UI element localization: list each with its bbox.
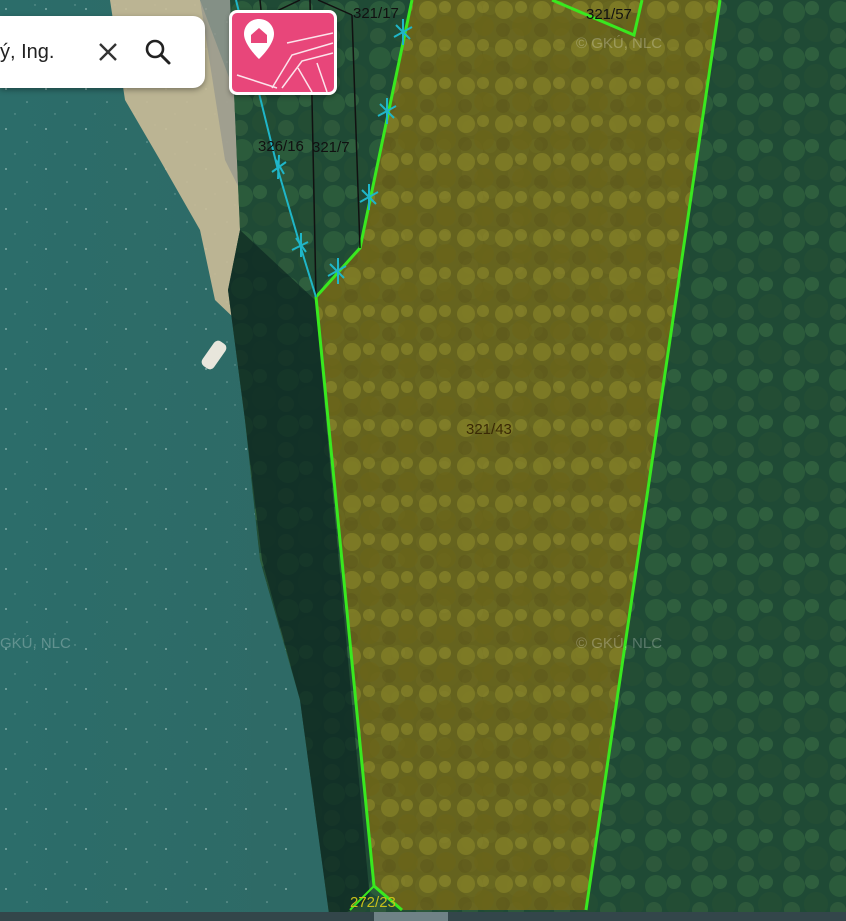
clear-search-button[interactable] <box>90 34 126 70</box>
watermark: © GKÚ, NLC <box>576 635 662 652</box>
watermark: © GKÚ, NLC <box>576 35 662 52</box>
parcel-label-326-16: 326/16 <box>258 138 304 155</box>
parcel-label-272-23: 272/23 <box>350 894 396 911</box>
search-icon <box>145 39 171 65</box>
parcel-label-321-43: 321/43 <box>466 421 512 438</box>
search-input[interactable]: ý, Ing. <box>0 41 80 64</box>
parcel-label-321-17: 321/17 <box>353 5 399 22</box>
scrollbar-thumb[interactable] <box>374 912 448 921</box>
close-icon <box>99 43 117 61</box>
parcel-label-321-57: 321/57 <box>586 6 632 23</box>
watermark: GKÚ, NLC <box>0 635 71 652</box>
search-box[interactable]: ý, Ing. <box>0 16 205 88</box>
cadastre-layer-icon <box>236 19 334 92</box>
cadastre-layer-button[interactable] <box>229 10 337 95</box>
search-button[interactable] <box>140 34 176 70</box>
parcel-label-321-7: 321/7 <box>312 139 350 156</box>
horizontal-scrollbar[interactable] <box>0 912 846 921</box>
map-canvas[interactable]: 321/17 321/57 326/16 321/7 321/43 272/23… <box>0 0 846 921</box>
